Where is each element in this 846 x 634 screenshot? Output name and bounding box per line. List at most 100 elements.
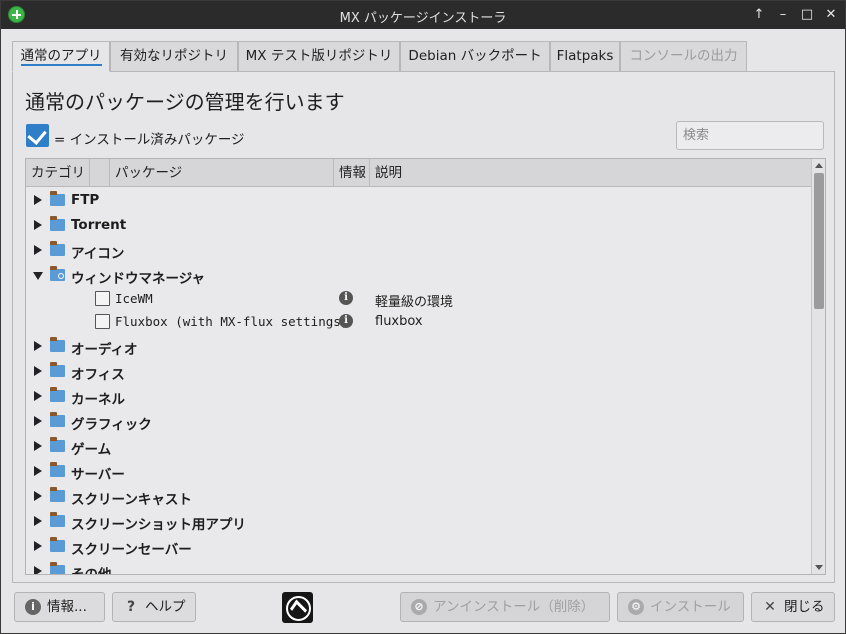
help-icon: ? — [126, 599, 136, 615]
package-name: IceWM — [115, 291, 153, 306]
help-button-label: ヘルプ — [145, 599, 186, 615]
category-row[interactable]: その他 — [26, 559, 811, 574]
category-row[interactable]: オーディオ — [26, 334, 811, 358]
folder-icon — [50, 241, 65, 256]
tab-popular-apps[interactable]: 通常のアプリ — [12, 41, 110, 72]
package-name: Fluxbox (with MX-flux settings) — [115, 314, 349, 329]
scroll-down-arrow-icon[interactable] — [815, 565, 823, 570]
package-row[interactable]: IceWM i 軽量級の環境 — [26, 288, 811, 312]
expand-arrow-icon[interactable] — [34, 416, 42, 426]
folder-icon — [50, 216, 65, 231]
main-window: MX パッケージインストーラ ↑ – □ ✕ 通常のアプリ 有効なリポジトリ M… — [0, 0, 846, 634]
tab-console-output: コンソールの出力 — [620, 41, 747, 71]
expand-arrow-icon[interactable] — [34, 541, 42, 551]
tab-mx-test-repo[interactable]: MX テスト版リポジトリ — [238, 41, 400, 71]
expand-arrow-icon[interactable] — [34, 441, 42, 451]
expand-arrow-icon[interactable] — [34, 341, 42, 351]
category-label: グラフィック — [71, 417, 152, 433]
folder-icon — [50, 412, 65, 427]
expand-arrow-icon[interactable] — [34, 466, 42, 476]
expand-arrow-icon[interactable] — [34, 220, 42, 230]
install-button-label: インストール — [650, 599, 731, 615]
category-row[interactable]: グラフィック — [26, 409, 811, 433]
category-row[interactable]: スクリーンキャスト — [26, 484, 811, 508]
expand-arrow-icon[interactable] — [34, 516, 42, 526]
close-button-label: 閉じる — [784, 599, 825, 615]
info-icon[interactable]: i — [339, 291, 353, 305]
uninstall-button-label: アンインストール（削除） — [433, 599, 595, 615]
category-label: ウィンドウマネージャ — [71, 271, 206, 287]
package-row[interactable]: Fluxbox (with MX-flux settings) i fluxbo… — [26, 311, 811, 335]
category-row[interactable]: オフィス — [26, 359, 811, 383]
info-icon[interactable]: i — [339, 314, 353, 328]
column-header-spacer — [90, 159, 110, 187]
category-label: オフィス — [71, 367, 125, 383]
category-row[interactable]: カーネル — [26, 384, 811, 408]
category-label: FTP — [71, 192, 100, 208]
tab-enabled-repos[interactable]: 有効なリポジトリ — [110, 41, 238, 71]
package-tree[interactable]: カテゴリ パッケージ 情報 説明 FTP Torrent アイコン ウィンドウマ… — [25, 158, 826, 575]
category-row[interactable]: Torrent — [26, 213, 811, 237]
collapse-arrow-icon[interactable] — [33, 272, 43, 280]
gear-icon: ⚙ — [628, 599, 644, 615]
tab-flatpaks[interactable]: Flatpaks — [550, 41, 620, 71]
expand-arrow-icon[interactable] — [34, 491, 42, 501]
package-description: fluxbox — [375, 314, 423, 329]
column-header-category[interactable]: カテゴリ — [26, 159, 90, 187]
category-label: カーネル — [71, 392, 125, 408]
folder-icon — [50, 387, 65, 402]
column-header-description[interactable]: 説明 — [370, 159, 811, 187]
category-label: ゲーム — [71, 442, 112, 458]
category-label: オーディオ — [71, 342, 138, 358]
folder-icon — [50, 537, 65, 552]
remove-icon: ⊘ — [411, 599, 427, 615]
maximize-button[interactable]: □ — [797, 5, 817, 25]
expand-arrow-icon[interactable] — [34, 195, 42, 205]
close-window-button[interactable]: ✕ — [821, 5, 841, 25]
tab-debian-backports[interactable]: Debian バックポート — [400, 41, 550, 71]
minimize-button[interactable]: – — [773, 5, 793, 25]
column-header-info[interactable]: 情報 — [334, 159, 370, 187]
folder-icon — [50, 512, 65, 527]
category-label: Torrent — [71, 217, 127, 233]
expand-arrow-icon[interactable] — [34, 391, 42, 401]
install-checkbox[interactable] — [95, 314, 110, 329]
help-button[interactable]: ? ヘルプ — [112, 592, 196, 622]
expand-arrow-icon[interactable] — [34, 566, 42, 574]
install-checkbox[interactable] — [95, 291, 110, 306]
column-header-package[interactable]: パッケージ — [110, 159, 334, 187]
scroll-thumb[interactable] — [814, 173, 824, 309]
info-button[interactable]: i 情報... — [14, 592, 105, 622]
info-button-label: 情報... — [47, 599, 87, 615]
close-button[interactable]: ✕ 閉じる — [751, 592, 835, 622]
category-row[interactable]: ゲーム — [26, 434, 811, 458]
checked-checkbox-icon — [26, 124, 49, 147]
expand-arrow-icon[interactable] — [34, 366, 42, 376]
category-row[interactable]: アイコン — [26, 238, 811, 262]
expand-arrow-icon[interactable] — [34, 245, 42, 255]
category-row[interactable]: サーバー — [26, 459, 811, 483]
category-label: スクリーンキャスト — [71, 492, 192, 508]
folder-icon — [50, 362, 65, 377]
category-label: スクリーンショット用アプリ — [71, 517, 246, 533]
package-description: 軽量級の環境 — [375, 295, 454, 310]
tab-panel: 通常のパッケージの管理を行います = インストール済みパッケージ カテゴリ パッ… — [12, 71, 835, 583]
scroll-up-arrow-icon[interactable] — [815, 163, 823, 168]
folder-icon — [50, 462, 65, 477]
installed-legend-label: = インストール済みパッケージ — [54, 132, 245, 148]
uninstall-button: ⊘ アンインストール（削除） — [400, 592, 610, 622]
category-label: サーバー — [71, 467, 125, 483]
search-input[interactable] — [676, 121, 824, 150]
category-row[interactable]: スクリーンショット用アプリ — [26, 509, 811, 533]
page-title: 通常のパッケージの管理を行います — [25, 90, 345, 114]
open-folder-icon — [50, 266, 65, 281]
category-row[interactable]: FTP — [26, 188, 811, 212]
install-button: ⚙ インストール — [617, 592, 744, 622]
folder-icon — [50, 437, 65, 452]
category-row[interactable]: ウィンドウマネージャ — [26, 263, 811, 287]
keep-above-icon[interactable]: ↑ — [749, 5, 769, 25]
category-row[interactable]: スクリーンセーバー — [26, 534, 811, 558]
tree-header: カテゴリ パッケージ 情報 説明 — [26, 159, 811, 187]
vertical-scrollbar[interactable] — [811, 159, 825, 574]
folder-icon — [50, 191, 65, 206]
